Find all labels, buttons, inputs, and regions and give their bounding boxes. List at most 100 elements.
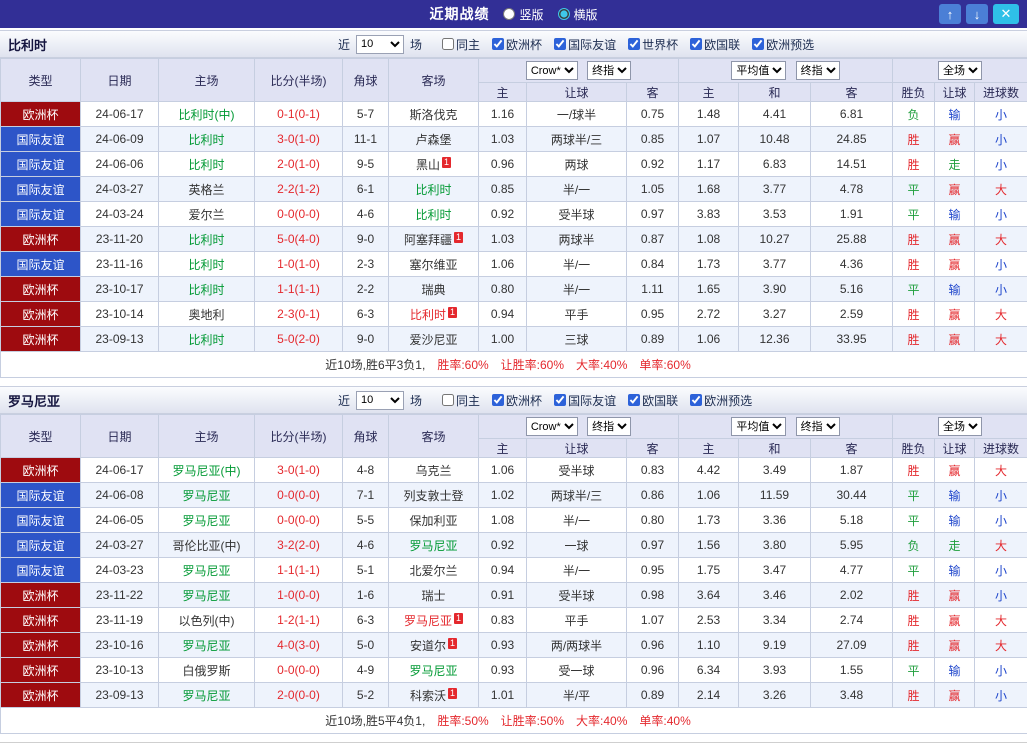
move-down-button[interactable]: ↓ [966,4,988,24]
layout-radio-vertical[interactable]: 竖版 [503,6,543,23]
team-name[interactable]: 爱尔兰 [188,208,224,222]
score-link[interactable]: 2-0(0-0) [277,688,320,702]
team-name[interactable]: 奥地利 [188,308,224,322]
checkbox-input[interactable] [628,394,640,406]
team-name[interactable]: 比利时 [415,183,451,197]
team-name[interactable]: 英格兰 [188,183,224,197]
team-name[interactable]: 哥伦比亚(中) [173,539,241,553]
score-link[interactable]: 4-0(3-0) [277,638,320,652]
team-name[interactable]: 罗马尼亚(中) [173,464,241,478]
team-name[interactable]: 比利时 [188,258,224,272]
move-up-button[interactable]: ↑ [939,4,961,24]
filter-checkbox-欧洲杯[interactable]: 欧洲杯 [492,392,542,409]
team-name[interactable]: 罗马尼亚 [182,689,230,703]
checkbox-input[interactable] [690,394,702,406]
score-link[interactable]: 1-1(1-1) [277,563,320,577]
filter-checkbox-世界杯[interactable]: 世界杯 [628,36,678,53]
team-name[interactable]: 比利时 [188,158,224,172]
team-name[interactable]: 比利时(中) [179,108,235,122]
checkbox-input[interactable] [492,38,504,50]
score-link[interactable]: 1-0(1-0) [277,257,320,271]
checkbox-input[interactable] [492,394,504,406]
team-name[interactable]: 罗马尼亚 [409,664,457,678]
checkbox-input[interactable] [554,394,566,406]
team-name[interactable]: 安道尔 [410,639,446,653]
team-name[interactable]: 比利时 [188,133,224,147]
filter-checkbox-同主[interactable]: 同主 [442,392,480,409]
filter-checkbox-欧国联[interactable]: 欧国联 [690,36,740,53]
odds-source-select[interactable]: Crow* [526,61,578,80]
odds-source-select[interactable]: Crow* [526,417,578,436]
filter-checkbox-国际友谊[interactable]: 国际友谊 [554,36,616,53]
filter-checkbox-欧国联[interactable]: 欧国联 [628,392,678,409]
team-name[interactable]: 以色列(中) [179,614,235,628]
score-link[interactable]: 0-0(0-0) [277,207,320,221]
score-link[interactable]: 3-0(1-0) [277,132,320,146]
checkbox-input[interactable] [442,38,454,50]
score-link[interactable]: 1-2(1-1) [277,613,320,627]
score-link[interactable]: 5-0(2-0) [277,332,320,346]
team-name[interactable]: 斯洛伐克 [409,108,457,122]
team-name[interactable]: 比利时 [188,333,224,347]
checkbox-input[interactable] [690,38,702,50]
team-name[interactable]: 北爱尔兰 [409,564,457,578]
odds-final-select[interactable]: 终指 [587,417,631,436]
horizontal-layout-radio[interactable] [558,8,570,20]
scope-select[interactable]: 全场 [938,61,982,80]
avg-source-select[interactable]: 平均值 [731,61,786,80]
team-name[interactable]: 罗马尼亚 [409,539,457,553]
checkbox-input[interactable] [442,394,454,406]
filter-checkbox-欧洲预选[interactable]: 欧洲预选 [752,36,814,53]
score-link[interactable]: 3-2(2-0) [277,538,320,552]
odds-final-select[interactable]: 终指 [587,61,631,80]
team-name[interactable]: 罗马尼亚 [182,489,230,503]
score-link[interactable]: 1-0(0-0) [277,588,320,602]
avg-final-select[interactable]: 终指 [796,417,840,436]
team-name[interactable]: 白俄罗斯 [182,664,230,678]
filter-checkbox-欧洲杯[interactable]: 欧洲杯 [492,36,542,53]
close-button[interactable]: ✕ [993,4,1019,24]
score-link[interactable]: 0-1(0-1) [277,107,320,121]
team-name[interactable]: 乌克兰 [415,464,451,478]
filter-checkbox-同主[interactable]: 同主 [442,36,480,53]
score-link[interactable]: 5-0(4-0) [277,232,320,246]
score-link[interactable]: 1-1(1-1) [277,282,320,296]
checkbox-input[interactable] [628,38,640,50]
team-name[interactable]: 罗马尼亚 [404,614,452,628]
layout-radio-horizontal[interactable]: 横版 [558,6,598,23]
team-name[interactable]: 列支敦士登 [403,489,463,503]
games-count-select[interactable]: 10 [356,35,404,54]
team-name[interactable]: 罗马尼亚 [182,589,230,603]
team-name[interactable]: 科索沃 [410,689,446,703]
team-name[interactable]: 比利时 [188,233,224,247]
team-name[interactable]: 罗马尼亚 [182,514,230,528]
score-link[interactable]: 0-0(0-0) [277,488,320,502]
score-link[interactable]: 2-2(1-2) [277,182,320,196]
team-name[interactable]: 阿塞拜疆 [404,233,452,247]
checkbox-input[interactable] [554,38,566,50]
filter-checkbox-国际友谊[interactable]: 国际友谊 [554,392,616,409]
team-name[interactable]: 罗马尼亚 [182,639,230,653]
score-link[interactable]: 0-0(0-0) [277,663,320,677]
score-link[interactable]: 2-0(1-0) [277,157,320,171]
avg-source-select[interactable]: 平均值 [731,417,786,436]
team-name[interactable]: 瑞典 [421,283,445,297]
team-name[interactable]: 罗马尼亚 [182,564,230,578]
avg-final-select[interactable]: 终指 [796,61,840,80]
filter-checkbox-欧洲预选[interactable]: 欧洲预选 [690,392,752,409]
team-name[interactable]: 比利时 [188,283,224,297]
team-name[interactable]: 瑞士 [421,589,445,603]
team-name[interactable]: 保加利亚 [409,514,457,528]
team-name[interactable]: 黑山 [416,158,440,172]
team-name[interactable]: 爱沙尼亚 [409,333,457,347]
score-link[interactable]: 2-3(0-1) [277,307,320,321]
scope-select[interactable]: 全场 [938,417,982,436]
score-link[interactable]: 0-0(0-0) [277,513,320,527]
checkbox-input[interactable] [752,38,764,50]
score-link[interactable]: 3-0(1-0) [277,463,320,477]
team-name[interactable]: 比利时 [410,308,446,322]
vertical-layout-radio[interactable] [503,8,515,20]
games-count-select[interactable]: 10 [356,391,404,410]
team-name[interactable]: 卢森堡 [415,133,451,147]
team-name[interactable]: 塞尔维亚 [409,258,457,272]
